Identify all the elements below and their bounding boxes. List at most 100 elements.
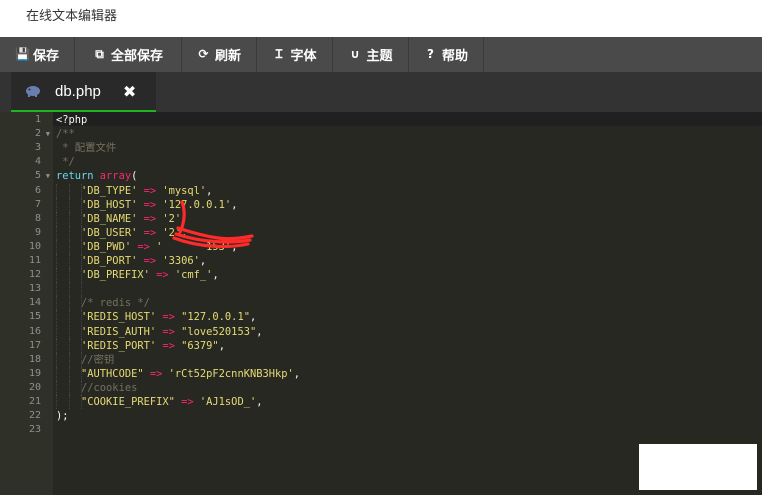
line-number: 6 xyxy=(0,184,53,198)
indent-guide xyxy=(56,211,57,226)
code-token: //密钥 xyxy=(81,353,115,366)
line-number-text: 14 xyxy=(28,297,41,309)
toolbar-button-label: 帮助 xyxy=(441,49,468,64)
line-number-text: 11 xyxy=(28,255,41,266)
line-number-text: 15 xyxy=(28,311,41,323)
save-all-icon: ⧉ xyxy=(95,47,104,61)
line-number: 23 xyxy=(0,423,53,437)
toolbar-button-label: 主题 xyxy=(366,49,393,64)
line-number-text: 21 xyxy=(28,396,41,407)
code-token: ( xyxy=(131,170,138,183)
fold-toggle-icon[interactable]: ▼ xyxy=(46,127,50,141)
toolbar-button-save-all[interactable]: ⧉ 全部保存 xyxy=(75,37,182,72)
close-tab-icon[interactable]: ✖ xyxy=(123,82,136,101)
toolbar-button-label: 保存 xyxy=(32,49,59,64)
indent-guide xyxy=(81,338,82,353)
line-number-text: 17 xyxy=(28,339,41,351)
line-number-text: 19 xyxy=(28,367,41,379)
line-number-text: 23 xyxy=(28,424,41,436)
line-number: 4 xyxy=(0,155,53,169)
indent-guide xyxy=(56,183,57,198)
code-token: return xyxy=(56,170,100,183)
toolbar-button-label: 字体 xyxy=(290,49,317,64)
indent-guide xyxy=(81,395,82,409)
line-number-text: 22 xyxy=(28,410,41,422)
toolbar-button-label: 刷新 xyxy=(214,49,241,64)
line-number: 12 xyxy=(0,268,53,282)
code-token: , xyxy=(206,184,213,197)
code-token: 'rCt52pF2cnnKNB3Hkp' xyxy=(168,367,294,380)
code-token: 'mysql' xyxy=(162,184,207,197)
code-token: 'REDIS_HOST' xyxy=(81,311,157,324)
indent-guide xyxy=(81,197,82,212)
code-line: /* redis */ xyxy=(56,296,150,310)
code-token: , xyxy=(218,339,225,352)
fold-toggle-icon[interactable]: ▼ xyxy=(46,169,50,183)
indent-guide xyxy=(81,366,82,381)
indent-guide xyxy=(68,338,70,353)
indent-guide xyxy=(56,324,57,339)
code-token: => xyxy=(137,255,163,267)
code-token: array xyxy=(99,170,132,183)
code-token: <?php xyxy=(56,114,88,126)
code-token: 'DB_PORT' xyxy=(81,255,138,267)
indent-guide xyxy=(81,380,82,395)
line-number: 10 xyxy=(0,240,53,254)
code-token: "love520153" xyxy=(181,325,257,338)
code-token: 'cmf_' xyxy=(174,269,213,282)
indent-guide xyxy=(68,225,70,240)
indent-guide xyxy=(68,254,70,268)
line-number: 3 xyxy=(0,141,53,155)
indent-guide xyxy=(68,239,70,254)
text-font-icon: Ɪ xyxy=(275,47,283,61)
line-number: 7 xyxy=(0,198,53,212)
line-number: 11 xyxy=(0,254,53,268)
line-number-text: 6 xyxy=(34,184,41,196)
indent-guide xyxy=(56,225,57,240)
toolbar-button-text-font[interactable]: Ɪ 字体 xyxy=(257,37,333,72)
indent-guide xyxy=(68,380,70,395)
toolbar-button-help-circle[interactable]: ? 帮助 xyxy=(409,37,484,72)
code-line: 'DB_TYPE' => 'mysql', xyxy=(56,184,212,198)
code-token: 'DB_PREFIX' xyxy=(81,269,150,282)
blank-overlay-panel xyxy=(639,444,757,490)
code-line: */ xyxy=(56,155,75,169)
code-token: , xyxy=(256,396,263,408)
line-number: 18 xyxy=(0,353,53,367)
code-token: "6379" xyxy=(181,339,219,352)
line-number: 16 xyxy=(0,325,53,339)
toolbar-button-refresh[interactable]: ⟳ 刷新 xyxy=(182,37,257,72)
editor-toolbar: 💾 保存 ⧉ 全部保存 ⟳ 刷新 Ɪ 字体 ∪ 主题? 帮助 xyxy=(0,37,762,72)
code-token: "127.0.0.1" xyxy=(181,311,250,324)
indent-guide xyxy=(68,183,70,198)
file-tab-bar: db.php ✖ xyxy=(0,72,762,112)
code-token: "AUTHCODE" xyxy=(81,367,144,380)
code-token: * 配置文件 xyxy=(56,142,117,155)
indent-guide xyxy=(68,352,70,367)
line-number-text: 5 xyxy=(34,170,41,182)
code-line: 'REDIS_HOST' => "127.0.0.1", xyxy=(56,310,256,324)
toolbar-button-floppy-save[interactable]: 💾 保存 xyxy=(0,37,75,72)
line-number: 20 xyxy=(0,381,53,395)
line-number-gutter: 1 2 ▼ 3 4 5 ▼ 6 7 8 9 10 11 12 13 14 15 16 17 18 19 20 21 22 23 xyxy=(0,112,53,495)
tab-db-php[interactable]: db.php ✖ xyxy=(11,72,156,112)
toolbar-button-magnet-theme[interactable]: ∪ 主题 xyxy=(333,37,409,72)
indent-guide xyxy=(81,183,82,198)
line-number: 14 xyxy=(0,296,53,310)
indent-guide xyxy=(56,239,57,254)
code-token: 'DB_NAME' xyxy=(81,212,138,225)
line-number-text: 9 xyxy=(34,226,41,238)
indent-guide xyxy=(56,352,57,367)
code-token: , xyxy=(293,367,301,380)
code-token: 'DB_PWD' xyxy=(81,240,132,253)
app-title: 在线文本编辑器 xyxy=(26,9,118,24)
line-number: 17 xyxy=(0,339,53,353)
line-number: 21 xyxy=(0,395,53,409)
line-number-text: 12 xyxy=(28,269,41,281)
indent-guide xyxy=(56,197,57,212)
code-line: * 配置文件 xyxy=(56,141,116,155)
code-token: , xyxy=(249,311,257,324)
floppy-save-icon: 💾 xyxy=(14,47,30,61)
refresh-icon: ⟳ xyxy=(198,47,209,61)
code-editor[interactable]: 1 2 ▼ 3 4 5 ▼ 6 7 8 9 10 11 12 13 14 15 16 17 18 19 20 21 22 23 … xyxy=(0,112,762,495)
